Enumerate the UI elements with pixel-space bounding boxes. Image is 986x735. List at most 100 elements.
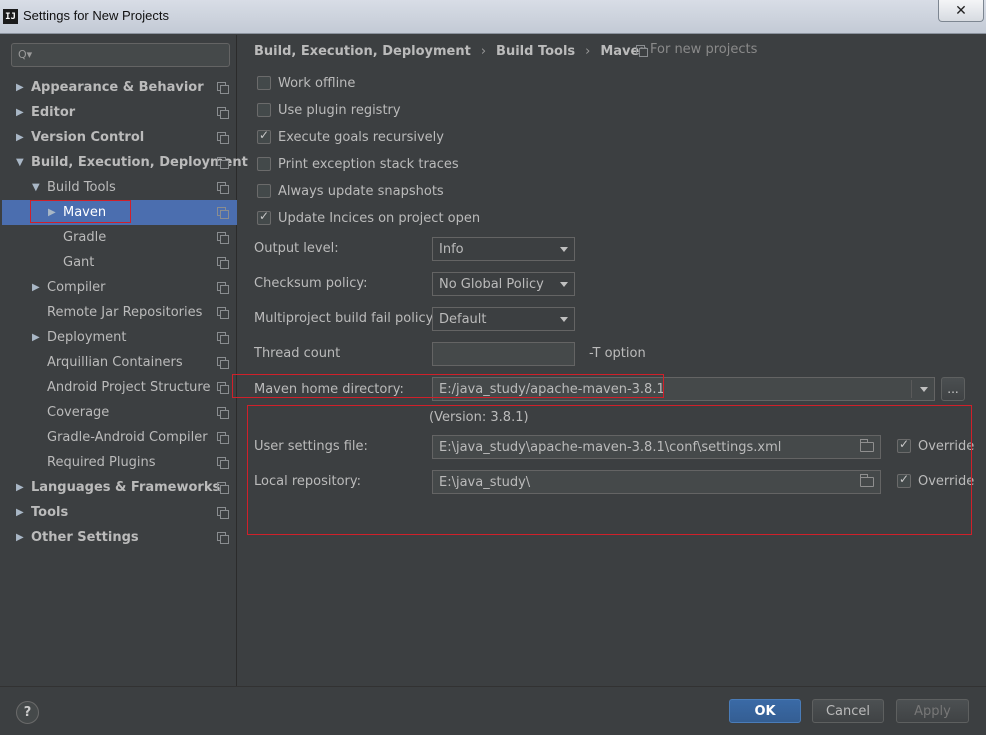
sidebar-item-gradle-android-compiler[interactable]: Gradle-Android Compiler [2,425,237,450]
sidebar-item-version-control[interactable]: ▶ Version Control [2,125,237,150]
window-title: Settings for New Projects [23,8,169,23]
project-scope-icon [217,357,229,369]
search-icon: Q▾ [18,48,33,61]
work-offline-checkbox[interactable] [257,76,271,90]
sidebar-item-build-tools[interactable]: ▼ Build Tools [2,175,237,200]
always-update-snapshots-label: Always update snapshots [278,183,444,199]
thread-count-label: Thread count [254,346,341,361]
close-button[interactable]: ✕ [938,0,984,22]
sidebar-item-tools[interactable]: ▶ Tools [2,500,237,525]
sidebar-item-languages-frameworks[interactable]: ▶ Languages & Frameworks [2,475,237,500]
always-update-snapshots-option[interactable]: Always update snapshots [257,181,444,201]
project-scope-icon [217,82,229,94]
execute-goals-recursively-label: Execute goals recursively [278,129,444,145]
multiproject-fail-policy-value: Default [439,311,487,327]
use-plugin-registry-option[interactable]: Use plugin registry [257,100,401,120]
output-level-label: Output level: [254,241,339,256]
sidebar-item-label: Gradle-Android Compiler [47,430,208,445]
apply-button[interactable]: Apply [896,699,969,723]
execute-goals-recursively-option[interactable]: Execute goals recursively [257,127,444,147]
thread-count-input[interactable] [432,342,575,366]
print-exception-stack-traces-checkbox[interactable] [257,157,271,171]
sidebar-item-maven[interactable]: ▶ Maven [2,200,237,225]
expand-arrow-icon[interactable]: ▶ [16,482,26,493]
sidebar-item-label: Required Plugins [47,455,156,470]
project-scope-icon [217,532,229,544]
project-scope-icon [217,332,229,344]
expand-arrow-icon[interactable]: ▶ [32,332,42,343]
expand-arrow-icon[interactable]: ▶ [32,282,42,293]
user-settings-override-checkbox[interactable] [897,437,911,453]
sidebar-item-label: Android Project Structure [47,380,211,395]
expand-arrow-icon[interactable]: ▶ [16,532,26,543]
checksum-policy-dropdown[interactable]: No Global Policy [432,272,575,296]
sidebar-item-android-project-structure[interactable]: Android Project Structure [2,375,237,400]
project-scope-icon [217,282,229,294]
sidebar-item-label: Other Settings [31,530,139,545]
use-plugin-registry-checkbox[interactable] [257,103,271,117]
breadcrumb: Build, Execution, Deployment › Build Too… [254,42,649,60]
work-offline-label: Work offline [278,75,356,91]
update-indices-checkbox[interactable] [257,209,271,225]
sidebar-item-editor[interactable]: ▶ Editor [2,100,237,125]
breadcrumb-separator: › [585,43,591,59]
execute-goals-recursively-checkbox[interactable] [257,128,271,144]
print-exception-stack-traces-option[interactable]: Print exception stack traces [257,154,459,174]
scope-label: For new projects [650,42,758,57]
override-label: Override [918,473,975,489]
sidebar-item-remote-jar-repositories[interactable]: Remote Jar Repositories [2,300,237,325]
always-update-snapshots-checkbox[interactable] [257,184,271,198]
dialog-footer: ? OK Cancel Apply [0,686,986,735]
local-repository-override-checkbox[interactable] [897,472,911,488]
work-offline-option[interactable]: Work offline [257,73,355,93]
expand-arrow-icon[interactable]: ▶ [16,507,26,518]
sidebar-item-build-execution-deployment[interactable]: ▼ Build, Execution, Deployment [2,150,248,175]
folder-icon[interactable] [860,474,874,487]
local-repository-override-option[interactable]: Override [897,471,974,491]
sidebar-item-label: Build, Execution, Deployment [31,155,248,170]
expand-arrow-icon[interactable]: ▶ [16,82,26,93]
output-level-dropdown[interactable]: Info [432,237,575,261]
multiproject-fail-policy-dropdown[interactable]: Default [432,307,575,331]
project-scope-icon [636,44,648,57]
project-scope-icon [217,232,229,244]
folder-icon[interactable] [860,439,874,452]
expand-arrow-icon[interactable]: ▶ [16,132,26,143]
sidebar-item-required-plugins[interactable]: Required Plugins [2,450,237,475]
expand-arrow-icon[interactable]: ▶ [16,107,26,118]
user-settings-field[interactable]: E:\java_study\apache-maven-3.8.1\conf\se… [432,435,881,459]
sidebar-item-label: Editor [31,105,76,120]
sidebar-item-appearance-behavior[interactable]: ▶ Appearance & Behavior [2,75,237,100]
help-button[interactable]: ? [16,701,39,724]
expand-arrow-icon[interactable]: ▶ [48,207,58,218]
collapse-arrow-icon[interactable]: ▼ [16,157,26,168]
chevron-down-icon [920,387,928,392]
user-settings-label: User settings file: [254,439,368,454]
collapse-arrow-icon[interactable]: ▼ [32,182,42,193]
maven-home-combo[interactable]: E:/java_study/apache-maven-3.8.1 [432,377,935,401]
settings-search[interactable]: Q▾ [11,43,230,67]
settings-tree: ▶ Appearance & Behavior ▶ Editor ▶ Versi… [2,75,248,550]
output-level-value: Info [439,241,464,257]
sidebar-item-deployment[interactable]: ▶ Deployment [2,325,237,350]
sidebar-item-label: Gradle [63,230,107,245]
local-repository-label: Local repository: [254,474,361,489]
sidebar-item-label: Build Tools [47,180,116,195]
browse-maven-home-button[interactable]: ... [941,377,965,401]
sidebar-item-other-settings[interactable]: ▶ Other Settings [2,525,237,550]
ok-button[interactable]: OK [729,699,801,723]
breadcrumb-item: Build, Execution, Deployment [254,43,471,59]
update-indices-option[interactable]: Update Incices on project open [257,208,480,228]
sidebar-item-gant[interactable]: Gant [2,250,237,275]
project-scope-icon [217,307,229,319]
sidebar-item-gradle[interactable]: Gradle [2,225,237,250]
cancel-button[interactable]: Cancel [812,699,884,723]
sidebar-item-arquillian-containers[interactable]: Arquillian Containers [2,350,237,375]
sidebar-item-compiler[interactable]: ▶ Compiler [2,275,237,300]
project-scope-icon [217,432,229,444]
search-input[interactable] [34,46,224,64]
sidebar-item-coverage[interactable]: Coverage [2,400,237,425]
local-repository-field[interactable]: E:\java_study\ [432,470,881,494]
user-settings-override-option[interactable]: Override [897,436,974,456]
override-label: Override [918,438,975,454]
